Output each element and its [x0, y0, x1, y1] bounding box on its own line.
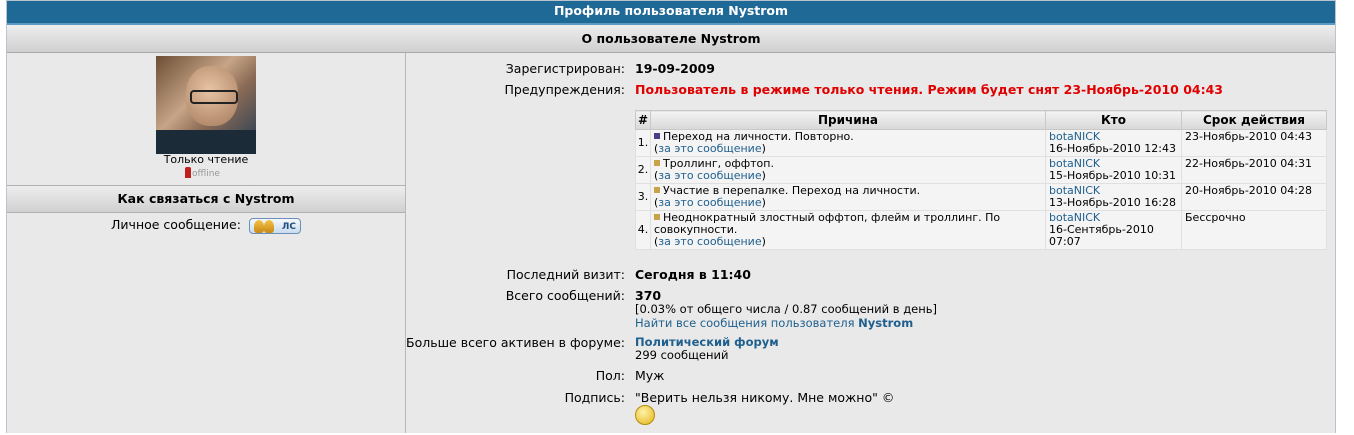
- user-status-icon: [185, 167, 191, 178]
- posts-count: 370: [635, 288, 662, 303]
- users-icon: [253, 219, 278, 233]
- post-link[interactable]: за это сообщение: [658, 142, 761, 155]
- left-column: Только чтение offline Как связаться с Ny…: [7, 53, 406, 433]
- gender-value: Муж: [635, 368, 665, 383]
- warning-level-icon: [654, 160, 660, 166]
- profile-frame: Профиль пользователя Nystrom О пользоват…: [6, 0, 1336, 433]
- user-rank: Только чтение: [163, 153, 249, 166]
- pm-label: Личное сообщение:: [111, 217, 241, 232]
- find-posts-link[interactable]: Найти все сообщения пользователя Nystrom: [635, 316, 913, 330]
- posts-stats: [0.03% от общего числа / 0.87 сообщений …: [635, 302, 938, 316]
- right-column: Зарегистрирован: 19-09-2009 Предупрежден…: [406, 53, 1335, 433]
- post-link[interactable]: за это сообщение: [658, 196, 761, 209]
- col-reason: Причина: [650, 110, 1046, 130]
- active-forum-count: 299 сообщений: [635, 348, 729, 362]
- active-forum-link[interactable]: Политический форум: [635, 335, 779, 349]
- posts-label: Всего сообщений:: [505, 288, 625, 303]
- last-visit-label: Последний визит:: [506, 267, 625, 282]
- table-row: 3. Участие в перепалке. Переход на лично…: [635, 183, 1327, 211]
- signature-text: "Верить нельзя никому. Мне можно" ©: [635, 390, 895, 405]
- table-row: 1. Переход на личности. Повторно. (за это…: [635, 129, 1327, 157]
- contact-title: Как связаться с Nystrom: [7, 185, 405, 213]
- post-link[interactable]: за это сообщение: [658, 169, 761, 182]
- page-title: Профиль пользователя Nystrom: [7, 1, 1335, 25]
- registered-value: 19-09-2009: [635, 61, 715, 76]
- warning-level-icon: [654, 214, 660, 220]
- online-status: offline: [185, 167, 220, 179]
- smiley-icon: [635, 405, 655, 425]
- signature-label: Подпись:: [564, 390, 625, 405]
- table-row: 4. Неоднократный злостный оффтоп, флейм …: [635, 210, 1327, 250]
- active-forum-label: Больше всего активен в форуме:: [406, 335, 625, 350]
- pm-row: Личное сообщение: ЛС: [7, 217, 405, 234]
- warning-level-icon: [654, 133, 660, 139]
- post-link[interactable]: за это сообщение: [658, 235, 761, 248]
- warning-level-icon: [654, 187, 660, 193]
- section-title: О пользователе Nystrom: [7, 25, 1335, 53]
- avatar: [156, 56, 256, 154]
- col-expires: Срок действия: [1181, 110, 1327, 130]
- send-pm-button[interactable]: ЛС: [248, 217, 301, 234]
- warnings-value: Пользователь в режиме только чтения. Реж…: [635, 82, 1223, 97]
- warnings-table: # Причина Кто Срок действия 1. Переход н…: [635, 110, 1327, 250]
- table-row: 2. Троллинг, оффтоп. (за это сообщение) b…: [635, 156, 1327, 184]
- col-num: #: [635, 110, 651, 130]
- last-visit-value: Сегодня в 11:40: [635, 267, 751, 282]
- warnings-label: Предупреждения:: [504, 82, 625, 97]
- gender-label: Пол:: [595, 368, 625, 383]
- col-who: Кто: [1045, 110, 1182, 130]
- registered-label: Зарегистрирован:: [505, 61, 625, 76]
